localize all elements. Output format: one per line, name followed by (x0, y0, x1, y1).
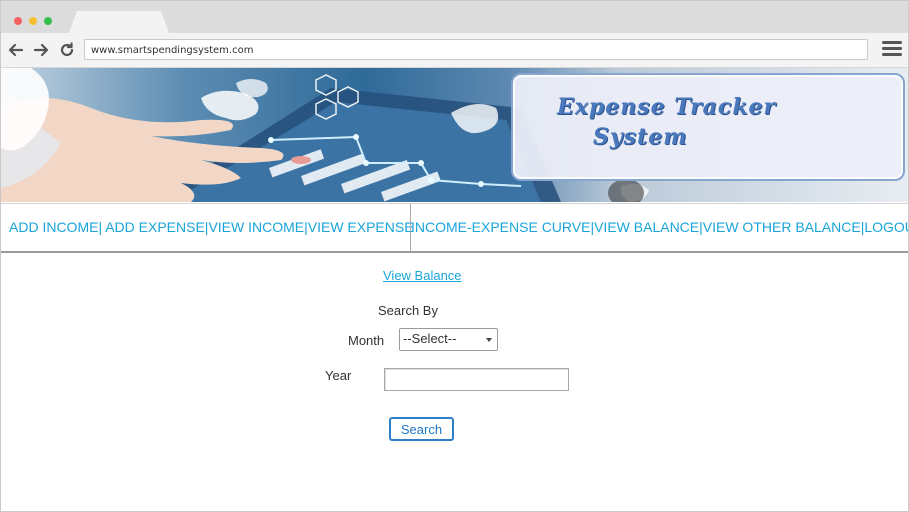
nav-add-expense[interactable]: ADD EXPENSE (102, 219, 205, 235)
year-label: Year (325, 368, 352, 383)
reload-button[interactable] (58, 41, 76, 59)
nav-view-balance[interactable]: VIEW BALANCE (594, 219, 699, 235)
browser-window: www.smartspendingsystem.com Expense Trac… (0, 0, 909, 512)
browser-tab[interactable] (69, 11, 169, 33)
search-button[interactable]: Search (389, 417, 454, 441)
header-banner: Expense Tracker System (1, 68, 908, 202)
forward-button[interactable] (32, 41, 50, 59)
nav-view-income[interactable]: VIEW INCOME (208, 219, 304, 235)
nav-add-income[interactable]: ADD INCOME (9, 219, 98, 235)
arrow-right-icon (33, 43, 49, 57)
nav-group-right: INCOME-EXPENSE CURVE|VIEW BALANCE|VIEW O… (411, 219, 908, 235)
app-title-line1: Expense Tracker (557, 94, 777, 120)
year-input[interactable] (384, 368, 569, 391)
month-select[interactable]: --Select-- (399, 328, 498, 351)
nav-income-expense-curve[interactable]: INCOME-EXPENSE CURVE (411, 219, 590, 235)
chevron-down-icon (486, 338, 492, 342)
nav-view-other-balance[interactable]: VIEW OTHER BALANCE (703, 219, 861, 235)
hamburger-menu-icon[interactable] (882, 41, 902, 59)
view-balance-link[interactable]: View Balance (383, 268, 462, 283)
app-title-line2: System (593, 124, 688, 150)
nav-logout[interactable]: LOGOUT (864, 219, 908, 235)
browser-toolbar: www.smartspendingsystem.com (1, 33, 908, 68)
month-select-value: --Select-- (403, 331, 457, 346)
app-title-box: Expense Tracker System (511, 73, 905, 181)
month-label: Month (348, 333, 385, 348)
browser-titlebar (1, 1, 908, 33)
reload-icon (60, 42, 74, 57)
nav-view-expense[interactable]: VIEW EXPENSE (308, 219, 414, 235)
nav-group-left: ADD INCOME| ADD EXPENSE|VIEW INCOME|VIEW… (9, 219, 414, 235)
close-window-dot[interactable] (14, 17, 22, 25)
maximize-window-dot[interactable] (44, 17, 52, 25)
minimize-window-dot[interactable] (29, 17, 37, 25)
address-bar[interactable]: www.smartspendingsystem.com (84, 39, 868, 60)
main-navigation: ADD INCOME| ADD EXPENSE|VIEW INCOME|VIEW… (1, 203, 908, 253)
back-button[interactable] (7, 41, 25, 59)
arrow-left-icon (8, 43, 24, 57)
search-by-label: Search By (378, 303, 438, 318)
